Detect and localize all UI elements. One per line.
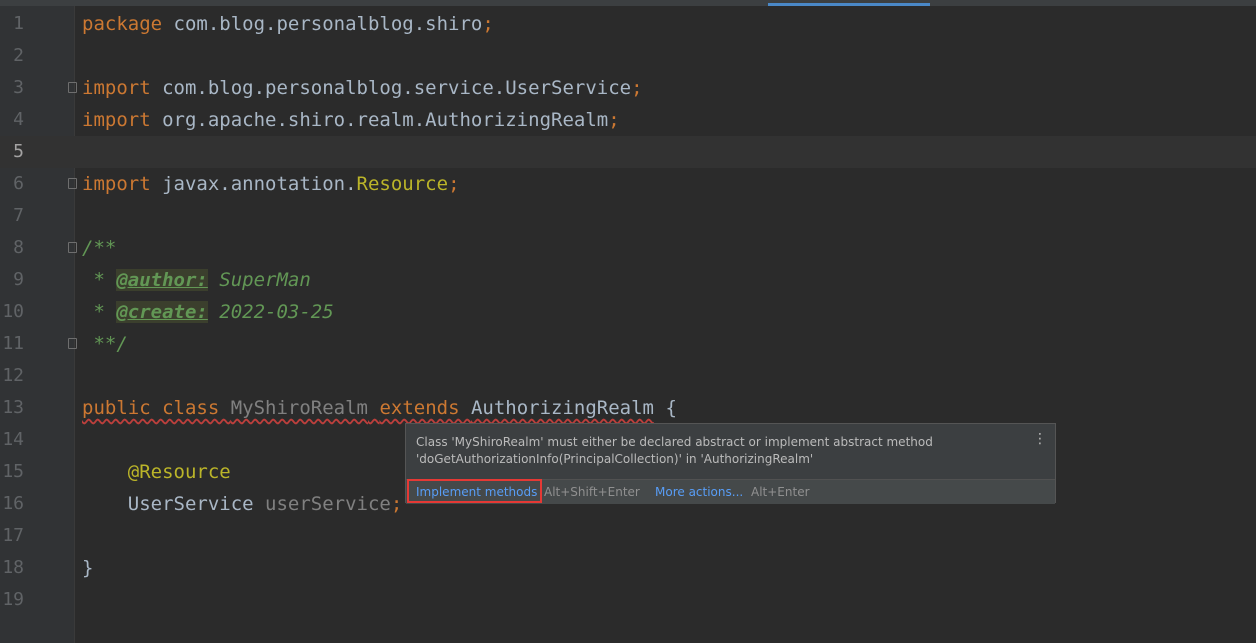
code-token: ; (390, 493, 403, 515)
line-number: 4 (13, 109, 24, 130)
code-text: @Resource (82, 456, 231, 488)
code-text: import com.blog.personalblog.service.Use… (82, 72, 643, 104)
line-number: 6 (13, 173, 24, 194)
code-text: package com.blog.personalblog.shiro; (82, 8, 494, 40)
code-line[interactable]: 4 import org.apache.shiro.realm.Authorizi… (0, 104, 1256, 136)
code-text: public class MyShiroRealm extends Author… (82, 392, 677, 424)
line-number: 13 (2, 397, 24, 418)
code-token: package (82, 13, 174, 35)
popup-actions-bar: Implement methods Alt+Shift+Enter More a… (406, 479, 1055, 504)
line-number: 15 (2, 461, 24, 482)
code-token: @Resource (127, 461, 231, 483)
code-token: com.blog.personalblog.shiro (173, 13, 483, 35)
code-token: MyShiroRealm (230, 397, 368, 419)
line-number: 16 (2, 493, 24, 514)
line-number: 12 (2, 365, 24, 386)
code-text: import org.apache.shiro.realm.Authorizin… (82, 104, 620, 136)
code-line[interactable]: 1 package com.blog.personalblog.shiro; (0, 8, 1256, 40)
line-number: 14 (2, 429, 24, 450)
code-token: ; (608, 109, 620, 131)
line-number: 8 (13, 237, 24, 258)
more-actions-shortcut: Alt+Enter (751, 485, 810, 499)
inspection-popup: Class 'MyShiroRealm' must either be decl… (405, 423, 1056, 504)
code-line[interactable]: 13 public class MyShiroRealm extends Auth… (0, 392, 1256, 424)
code-line[interactable]: 10 * @create: 2022-03-25 (0, 296, 1256, 328)
code-token: * (82, 301, 117, 323)
code-token: @author: (116, 269, 208, 291)
code-token: import (82, 109, 163, 131)
code-token: 2022-03-25 (207, 301, 334, 323)
line-number: 7 (13, 205, 24, 226)
code-line[interactable]: 18} (0, 552, 1256, 584)
code-token: /** (82, 237, 117, 259)
code-token: org.apache.shiro.realm.AuthorizingRealm (162, 109, 609, 131)
code-token: UserService (127, 493, 266, 515)
code-token: Resource (356, 173, 449, 195)
fold-toggle-icon[interactable] (68, 82, 77, 93)
code-line[interactable]: 9 * @author: SuperMan (0, 264, 1256, 296)
code-line[interactable]: 7 (0, 200, 1256, 232)
line-number: 9 (13, 269, 24, 290)
code-token: extends (379, 397, 471, 419)
code-token: @create: (116, 301, 208, 323)
code-token: ; (448, 173, 460, 195)
code-editor[interactable]: 1 package com.blog.personalblog.shiro; 2 3 i… (0, 8, 1256, 616)
fold-toggle-icon[interactable] (68, 178, 77, 189)
line-number: 3 (13, 77, 24, 98)
code-line[interactable]: 17 (0, 520, 1256, 552)
code-token: public class (82, 397, 231, 419)
code-token: { (654, 397, 677, 419)
fold-toggle-icon[interactable] (68, 338, 77, 349)
code-line[interactable]: 11 **/ (0, 328, 1256, 360)
code-line[interactable]: 8 /** (0, 232, 1256, 264)
code-line[interactable]: 12 (0, 360, 1256, 392)
more-actions-link[interactable]: More actions... (655, 480, 743, 504)
line-number: 5 (13, 141, 24, 162)
editor-tab-strip (0, 0, 1256, 6)
line-number: 19 (2, 589, 24, 610)
fold-toggle-icon[interactable] (68, 242, 77, 253)
code-line[interactable]: 2 (0, 40, 1256, 72)
code-token: javax.annotation. (162, 173, 357, 195)
code-token: AuthorizingRealm (470, 397, 654, 419)
code-text: import javax.annotation.Resource; (82, 168, 460, 200)
code-token: SuperMan (207, 269, 311, 291)
code-text: * @create: 2022-03-25 (82, 296, 334, 328)
line-number: 10 (2, 301, 24, 322)
line-number: 2 (13, 45, 24, 66)
inspection-message: Class 'MyShiroRealm' must either be decl… (416, 435, 933, 466)
code-text: * @author: SuperMan (82, 264, 311, 296)
active-tab-indicator[interactable] (768, 3, 930, 6)
code-line[interactable]: 19 (0, 584, 1256, 616)
highlight-box (407, 479, 542, 503)
code-line[interactable]: 6 import javax.annotation.Resource; (0, 168, 1256, 200)
code-token: import (82, 77, 163, 99)
code-token: import (82, 173, 163, 195)
more-options-icon[interactable]: ⋮ (1033, 432, 1047, 446)
line-number: 18 (2, 557, 24, 578)
code-line[interactable]: 3 import com.blog.personalblog.service.Us… (0, 72, 1256, 104)
code-text: } (82, 552, 93, 584)
code-line[interactable]: 5 (0, 136, 1256, 168)
line-number: 11 (2, 333, 24, 354)
code-token: * (82, 269, 117, 291)
code-token: **/ (82, 333, 128, 355)
line-number: 17 (2, 525, 24, 546)
code-token: ; (482, 13, 494, 35)
code-text: **/ (82, 328, 128, 360)
code-text: /** (82, 232, 116, 264)
code-token: } (82, 557, 94, 579)
code-token: ; (631, 77, 643, 99)
code-token: userService (265, 493, 391, 515)
code-text: UserService userService; (82, 488, 403, 520)
line-number: 1 (13, 13, 24, 34)
implement-methods-shortcut: Alt+Shift+Enter (544, 485, 640, 499)
code-token: com.blog.personalblog.service.UserServic… (162, 77, 632, 99)
